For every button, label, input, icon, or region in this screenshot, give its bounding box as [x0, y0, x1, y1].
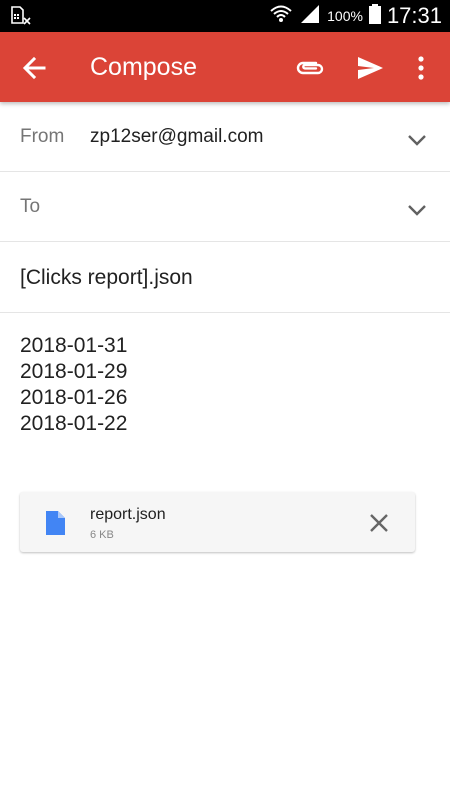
page-title: Compose — [90, 53, 197, 81]
body-line: 2018-01-29 — [20, 360, 128, 383]
attachment-card[interactable]: report.json 6 KB — [20, 492, 415, 552]
from-field[interactable]: zp12ser@gmail.com — [90, 126, 263, 148]
back-arrow-icon[interactable] — [18, 54, 52, 82]
battery-percent: 100% — [327, 8, 363, 24]
paperclip-icon[interactable] — [294, 53, 326, 83]
to-label: To — [20, 196, 41, 217]
chevron-down-icon[interactable] — [406, 132, 428, 146]
from-label: From — [20, 126, 65, 147]
file-icon — [44, 510, 66, 536]
clock: 17:31 — [386, 3, 442, 28]
to-row[interactable]: To — [0, 172, 450, 242]
status-bar: 100% 17:31 — [0, 0, 450, 32]
attachment-size: 6 KB — [90, 529, 114, 541]
signal-icon — [299, 3, 321, 29]
body-line: 2018-01-31 — [20, 334, 128, 357]
body-line: 2018-01-26 — [20, 386, 128, 409]
compose-body[interactable]: 2018-01-31 2018-01-29 2018-01-26 2018-01… — [20, 333, 127, 437]
attachment-name: report.json — [90, 506, 166, 523]
wifi-icon — [269, 3, 293, 29]
app-bar: Compose — [0, 32, 450, 102]
more-vert-icon[interactable] — [413, 53, 429, 83]
battery-icon — [368, 3, 381, 29]
sim-missing-icon — [10, 6, 32, 30]
subject-field[interactable]: [Clicks report].json — [20, 266, 193, 290]
from-row[interactable]: From zp12ser@gmail.com — [0, 102, 450, 172]
close-icon[interactable] — [368, 512, 390, 534]
subject-row[interactable]: [Clicks report].json — [0, 242, 450, 313]
chevron-down-icon[interactable] — [406, 202, 428, 216]
body-line: 2018-01-22 — [20, 412, 128, 435]
send-icon[interactable] — [354, 53, 386, 83]
